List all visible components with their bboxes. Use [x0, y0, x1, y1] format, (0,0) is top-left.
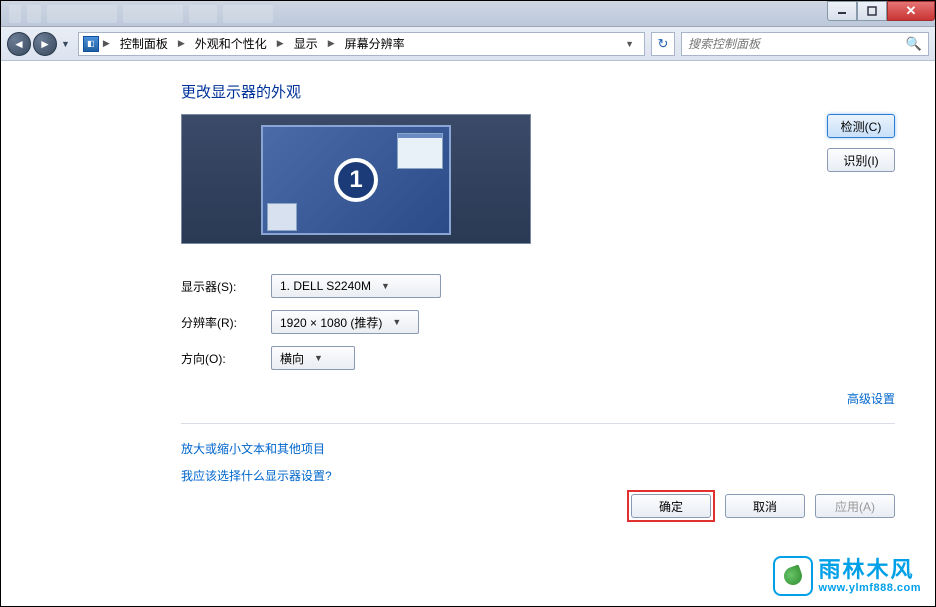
resolution-label: 分辨率(R):: [181, 314, 271, 331]
cancel-button[interactable]: 取消: [725, 494, 805, 518]
watermark: 雨林木风 www.ylmf888.com: [773, 556, 921, 596]
breadcrumb-sub[interactable]: 显示: [288, 35, 324, 52]
breadcrumb-category[interactable]: 外观和个性化: [189, 35, 273, 52]
window-titlebar: ✕: [1, 1, 935, 27]
resolution-select[interactable]: 1920 × 1080 (推荐) ▼: [271, 310, 419, 334]
watermark-logo-icon: [773, 556, 813, 596]
display-preview-panel[interactable]: 1: [181, 114, 531, 244]
chevron-right-icon[interactable]: ▶: [275, 38, 286, 49]
back-button[interactable]: ◄: [7, 32, 31, 56]
monitor-thumbnail[interactable]: 1: [261, 125, 451, 235]
address-dropdown[interactable]: ▼: [619, 39, 640, 49]
page-title: 更改显示器的外观: [181, 81, 895, 102]
forward-button[interactable]: ►: [33, 32, 57, 56]
orientation-select[interactable]: 横向 ▼: [271, 346, 355, 370]
dialog-buttons: 确定 取消 应用(A): [627, 490, 895, 522]
display-select[interactable]: 1. DELL S2240M ▼: [271, 274, 441, 298]
chevron-right-icon[interactable]: ▶: [176, 38, 187, 49]
identify-button[interactable]: 识别(I): [827, 148, 895, 172]
refresh-button[interactable]: ↻: [651, 32, 675, 56]
apply-button: 应用(A): [815, 494, 895, 518]
ok-button[interactable]: 确定: [631, 494, 711, 518]
content-area: 更改显示器的外观 1 检测(C) 识别(I) 显示器(S): 1. DELL S…: [1, 61, 935, 606]
minimize-button[interactable]: [827, 1, 857, 21]
history-dropdown[interactable]: ▼: [59, 39, 72, 49]
search-input[interactable]: [688, 37, 906, 51]
display-value: 1. DELL S2240M: [280, 279, 371, 293]
chevron-right-icon[interactable]: ▶: [326, 38, 337, 49]
address-bar: ◄ ► ▼ ◧ ▶ 控制面板 ▶ 外观和个性化 ▶ 显示 ▶ 屏幕分辨率 ▼ ↻…: [1, 27, 935, 61]
control-panel-icon: ◧: [83, 36, 99, 52]
preview-taskbar-icon: [267, 203, 297, 231]
breadcrumb-root[interactable]: 控制面板: [114, 35, 174, 52]
close-button[interactable]: ✕: [887, 1, 935, 21]
text-size-link[interactable]: 放大或缩小文本和其他项目: [181, 440, 895, 457]
titlebar-blur: [1, 1, 827, 26]
orientation-label: 方向(O):: [181, 350, 271, 367]
display-label: 显示器(S):: [181, 278, 271, 295]
breadcrumb-page[interactable]: 屏幕分辨率: [339, 35, 411, 52]
watermark-url: www.ylmf888.com: [819, 582, 921, 594]
chevron-right-icon[interactable]: ▶: [101, 38, 112, 49]
watermark-text: 雨林木风: [819, 558, 921, 582]
breadcrumb-bar[interactable]: ◧ ▶ 控制面板 ▶ 外观和个性化 ▶ 显示 ▶ 屏幕分辨率 ▼: [78, 32, 645, 56]
chevron-down-icon: ▼: [381, 281, 390, 291]
maximize-button[interactable]: [857, 1, 887, 21]
search-icon[interactable]: 🔍: [906, 36, 922, 52]
help-link[interactable]: 我应该选择什么显示器设置?: [181, 467, 895, 484]
detect-button[interactable]: 检测(C): [827, 114, 895, 138]
resolution-value: 1920 × 1080 (推荐): [280, 314, 382, 331]
orientation-value: 横向: [280, 350, 304, 367]
ok-button-highlight: 确定: [627, 490, 715, 522]
chevron-down-icon: ▼: [392, 317, 401, 327]
advanced-settings-link[interactable]: 高级设置: [847, 392, 895, 406]
monitor-number-badge: 1: [334, 158, 378, 202]
search-box[interactable]: 🔍: [681, 32, 929, 56]
preview-window-icon: [397, 133, 443, 169]
chevron-down-icon: ▼: [314, 353, 323, 363]
divider: [181, 423, 895, 424]
